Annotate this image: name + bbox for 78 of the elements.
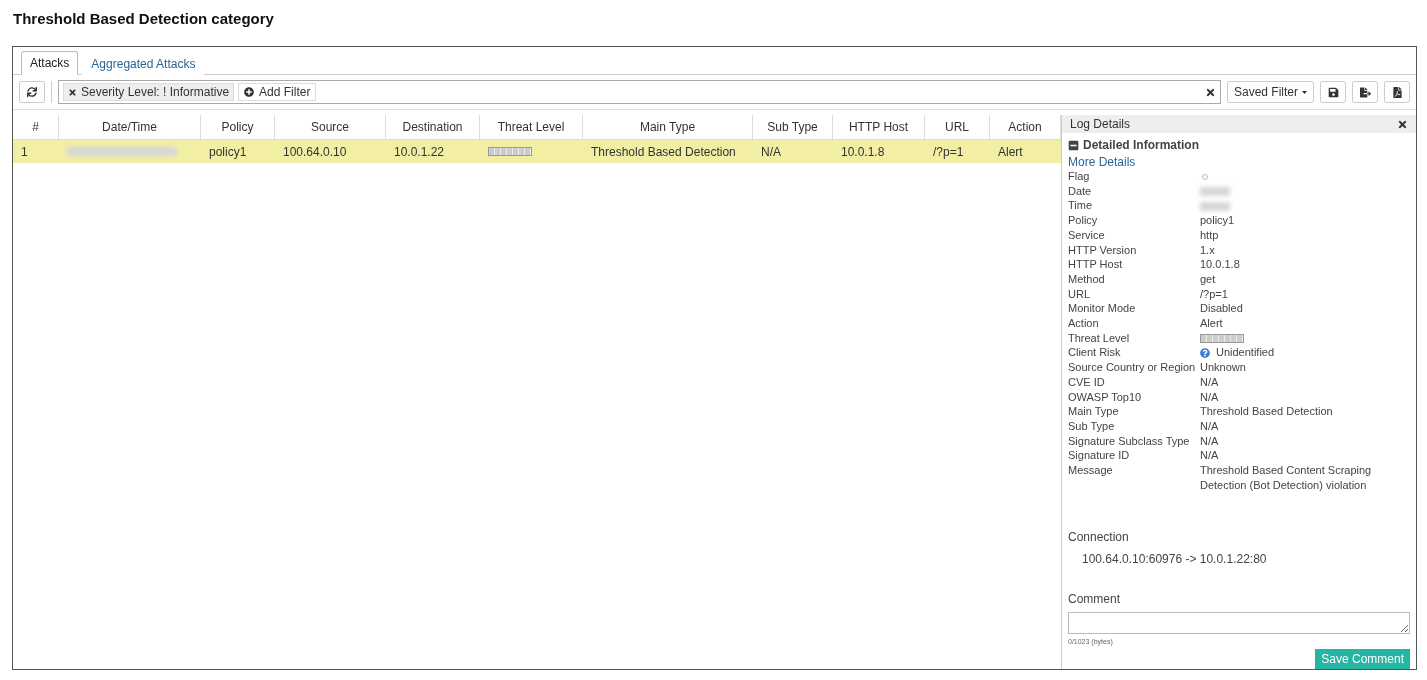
field-value: Disabled <box>1200 301 1244 317</box>
filter-label: Severity Level: ! Informative <box>81 85 230 99</box>
filter-field[interactable]: Severity Level: ! Informative Add Filter <box>58 80 1221 104</box>
close-icon[interactable] <box>68 87 77 97</box>
field-label: Method <box>1068 271 1106 287</box>
field-value: N/A <box>1200 389 1220 405</box>
field-label: Client Risk <box>1068 345 1122 361</box>
section-title: Detailed Information <box>1083 138 1199 152</box>
field-value: get <box>1200 271 1217 287</box>
field-label: Flag <box>1068 169 1091 184</box>
connection-value: 100.64.0.10:60976 -> 10.0.1.22:80 <box>1082 552 1268 567</box>
table-cell-text: 1 <box>20 143 29 161</box>
refresh-icon <box>27 87 37 97</box>
page-title: Threshold Based Detection category <box>13 10 275 27</box>
field-label: Sub Type <box>1068 418 1116 434</box>
field-label: Signature Subclass Type <box>1068 433 1191 449</box>
save-icon[interactable] <box>1320 81 1346 103</box>
field-value: N/A <box>1200 433 1220 449</box>
table-cell-text: 100.64.0.10 <box>282 143 348 161</box>
field-value: N/A <box>1200 418 1220 434</box>
threat-level-bar <box>1200 334 1244 344</box>
panel-title: Log Details <box>1070 117 1131 131</box>
table-cell-text: Threshold Based Detection <box>590 143 737 161</box>
field-value: Unidentified <box>1216 345 1275 361</box>
comment-label: Comment <box>1068 592 1121 607</box>
field-label: URL <box>1068 286 1091 302</box>
close-icon[interactable] <box>1397 118 1408 130</box>
field-label: Date <box>1068 183 1093 199</box>
tab[interactable]: Attacks <box>21 51 79 75</box>
field-label: Time <box>1068 198 1094 214</box>
field-label: Threat Level <box>1068 330 1131 346</box>
filter-chip[interactable]: Severity Level: ! Informative <box>63 83 235 101</box>
field-value: N/A <box>1200 374 1220 390</box>
field-value: /?p=1 <box>1200 286 1229 302</box>
field-label: Monitor Mode <box>1068 301 1137 317</box>
table-cell-text: N/A <box>760 143 782 161</box>
field-label: Source Country or Region <box>1068 360 1197 375</box>
more-details-link[interactable]: More Details <box>1068 155 1410 169</box>
collapse-icon[interactable] <box>1068 139 1079 151</box>
field-label: Main Type <box>1068 404 1120 419</box>
field-value: 10.0.1.8 <box>1200 257 1241 272</box>
field-label: HTTP Host <box>1068 257 1124 272</box>
field-value: http <box>1200 227 1220 243</box>
field-label: OWASP Top10 <box>1068 389 1143 405</box>
table-row[interactable]: 1 policy1 100.64.0.10 10.0.1.22 Threshold Based Detection N/A 10.0.1.8 /?p=1 Alert <box>13 140 1061 163</box>
refresh-button[interactable] <box>19 81 45 103</box>
saved-filter-button[interactable]: Saved Filter <box>1226 81 1314 103</box>
field-value: Alert <box>1200 316 1224 331</box>
close-icon[interactable] <box>1204 86 1216 98</box>
caret-icon <box>1302 90 1307 94</box>
export-icon[interactable] <box>1352 81 1378 103</box>
field-value: Unknown <box>1200 360 1247 375</box>
table-cell-text: 10.0.1.8 <box>840 143 886 161</box>
comment-field[interactable] <box>1068 612 1410 634</box>
field-label: Policy <box>1068 213 1099 228</box>
plus-icon <box>244 87 255 97</box>
pdf-icon[interactable] <box>1384 81 1410 103</box>
field-value: Threshold Based Detection <box>1200 404 1334 419</box>
table-cell-text: policy1 <box>208 143 248 161</box>
help-icon <box>1200 347 1210 358</box>
field-label: Message <box>1068 463 1114 479</box>
threat-level-bar <box>488 147 532 156</box>
field-label: CVE ID <box>1068 374 1106 390</box>
add-filter-button[interactable]: Add Filter <box>238 83 317 101</box>
blurred-value <box>1200 187 1230 197</box>
field-label: HTTP Version <box>1068 242 1138 258</box>
table-cell-text: 10.0.1.22 <box>393 143 446 161</box>
field-label: Service <box>1068 227 1106 243</box>
field-value: Threshold Based Content Scraping Detection (Bot Detection) violation <box>1200 463 1373 493</box>
field-label: Action <box>1068 316 1100 331</box>
field-value: policy1 <box>1200 213 1236 228</box>
blurred-value <box>1200 202 1230 211</box>
field-label: Signature ID <box>1068 448 1131 464</box>
field-value: N/A <box>1200 448 1220 464</box>
connection-label: Connection <box>1068 530 1130 545</box>
table-cell-text: Alert <box>997 143 1024 161</box>
field-value: 1.x <box>1200 242 1216 258</box>
table-cell-text: /?p=1 <box>932 143 965 161</box>
